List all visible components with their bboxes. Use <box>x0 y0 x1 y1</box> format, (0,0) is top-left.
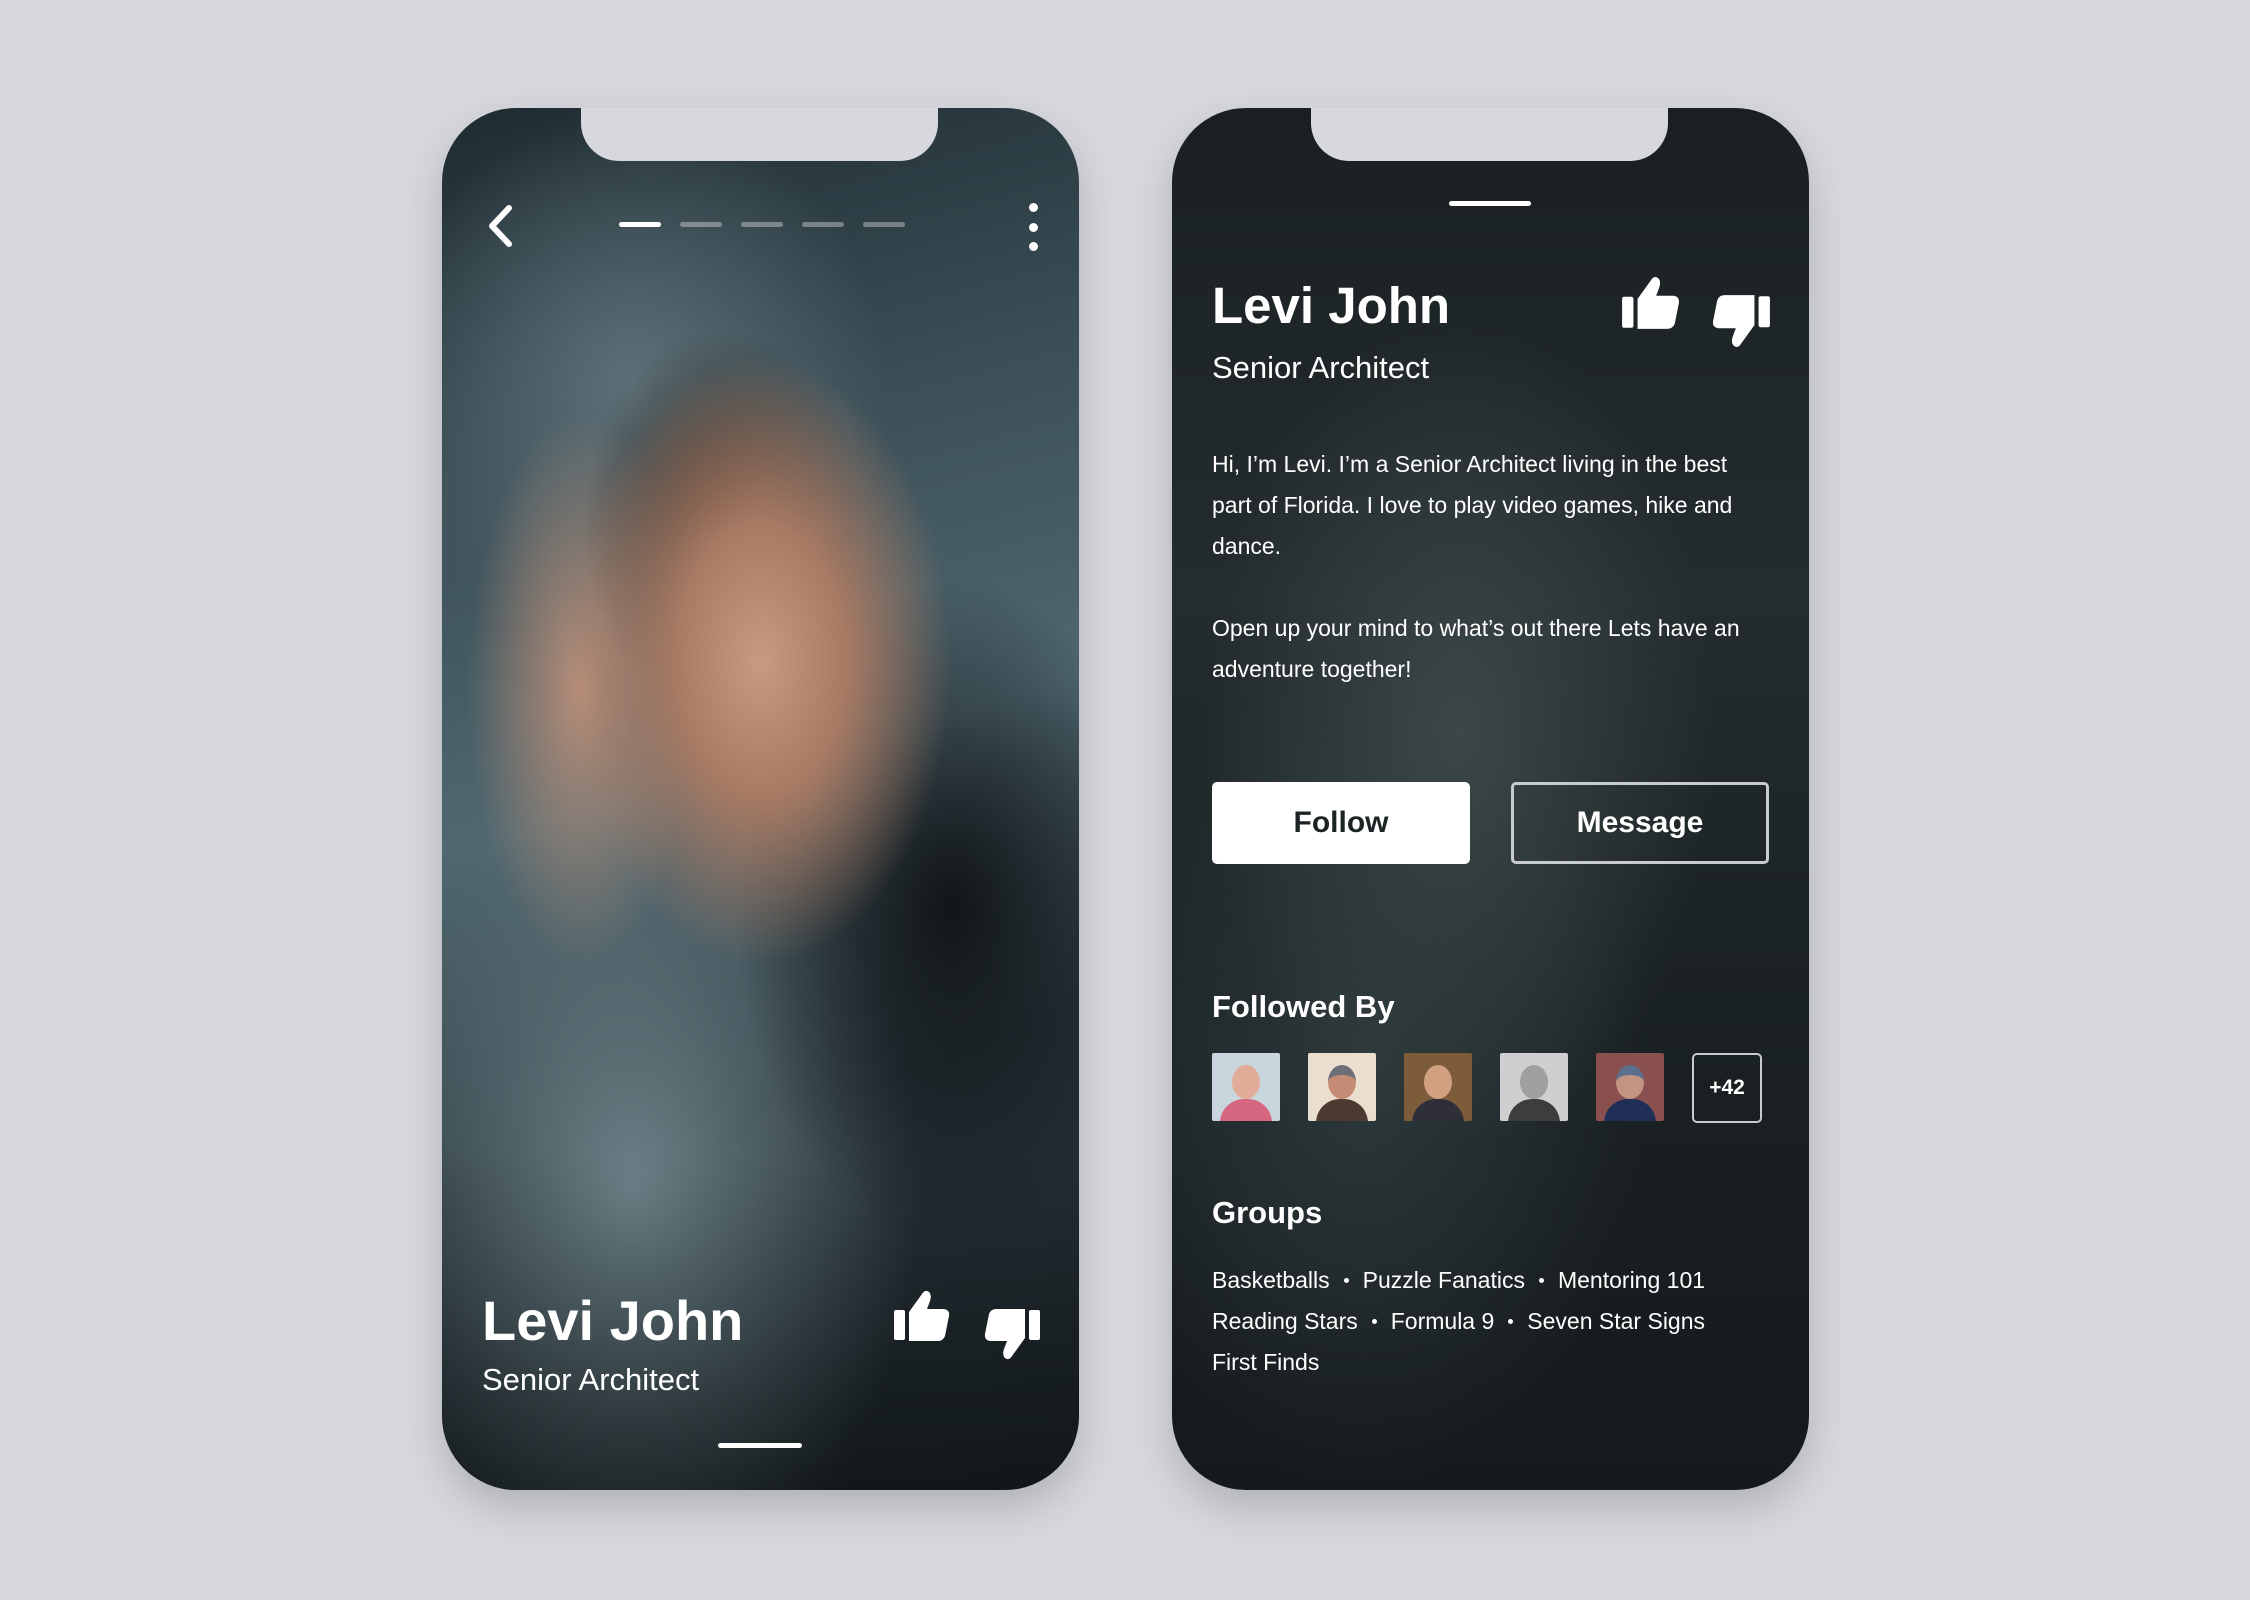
bullet-separator <box>1508 1319 1514 1324</box>
profile-job-title: Senior Architect <box>482 1362 700 1397</box>
groups-row: Basketballs Puzzle Fanatics Mentoring 10… <box>1212 1260 1782 1301</box>
follower-avatar[interactable] <box>1596 1053 1664 1121</box>
groups-list: Basketballs Puzzle Fanatics Mentoring 10… <box>1212 1260 1782 1383</box>
like-button[interactable] <box>1620 272 1682 334</box>
dislike-button[interactable] <box>1710 290 1772 352</box>
device-notch <box>581 108 938 161</box>
bullet-separator <box>1343 1278 1349 1283</box>
bio-paragraph-2: Open up your mind to what’s out there Le… <box>1212 615 1740 682</box>
groups-row: Reading Stars Formula 9 Seven Star Signs <box>1212 1301 1782 1342</box>
thumbs-down-icon <box>984 1309 1040 1360</box>
bullet-separator <box>1371 1319 1377 1324</box>
groups-row: First Finds <box>1212 1342 1782 1383</box>
like-button[interactable] <box>892 1286 952 1346</box>
follower-avatar[interactable] <box>1212 1053 1280 1121</box>
followers-list: +42 <box>1212 1053 1762 1123</box>
thumbs-up-icon <box>894 1290 950 1341</box>
group-tag[interactable]: Puzzle Fanatics <box>1363 1260 1525 1301</box>
profile-details-screen: Levi John Senior Architect Hi, I’m Levi.… <box>1172 108 1809 1490</box>
more-options-button[interactable] <box>1025 203 1041 251</box>
group-tag[interactable]: Seven Star Signs <box>1527 1301 1705 1342</box>
more-vertical-icon <box>1028 203 1038 212</box>
bullet-separator <box>1538 1278 1544 1283</box>
photo-progress-segment-3 <box>741 222 783 227</box>
group-tag[interactable]: Formula 9 <box>1391 1301 1495 1342</box>
profile-name: Levi John <box>1212 277 1451 334</box>
groups-heading: Groups <box>1212 1195 1323 1230</box>
device-notch <box>1311 108 1668 161</box>
message-button[interactable]: Message <box>1511 782 1769 864</box>
profile-photo-screen: Levi John Senior Architect <box>442 108 1079 1490</box>
photo-progress-segment-2 <box>680 222 722 227</box>
follower-avatar[interactable] <box>1308 1053 1376 1121</box>
photo-progress-segment-5 <box>863 222 905 227</box>
follow-button[interactable]: Follow <box>1212 782 1470 864</box>
profile-name: Levi John <box>482 1289 744 1352</box>
photo-progress-segment-4 <box>802 222 844 227</box>
sheet-drag-handle[interactable] <box>1449 201 1531 206</box>
photo-progress-indicator <box>619 222 905 227</box>
followed-by-heading: Followed By <box>1212 989 1395 1024</box>
back-button[interactable] <box>478 204 522 248</box>
chevron-left-icon <box>489 205 512 247</box>
thumbs-up-icon <box>1622 277 1680 329</box>
more-followers-button[interactable]: +42 <box>1692 1053 1762 1123</box>
thumbs-down-icon <box>1712 295 1770 347</box>
group-tag[interactable]: Basketballs <box>1212 1260 1330 1301</box>
profile-job-title: Senior Architect <box>1212 350 1430 385</box>
photo-progress-segment-1 <box>619 222 661 227</box>
follower-avatar[interactable] <box>1404 1053 1472 1121</box>
follower-avatar[interactable] <box>1500 1053 1568 1121</box>
group-tag[interactable]: First Finds <box>1212 1342 1319 1383</box>
group-tag[interactable]: Reading Stars <box>1212 1301 1358 1342</box>
dislike-button[interactable] <box>982 1304 1042 1364</box>
home-indicator <box>718 1443 802 1448</box>
group-tag[interactable]: Mentoring 101 <box>1558 1260 1705 1301</box>
bio-paragraph-1: Hi, I’m Levi. I’m a Senior Architect liv… <box>1212 451 1733 559</box>
